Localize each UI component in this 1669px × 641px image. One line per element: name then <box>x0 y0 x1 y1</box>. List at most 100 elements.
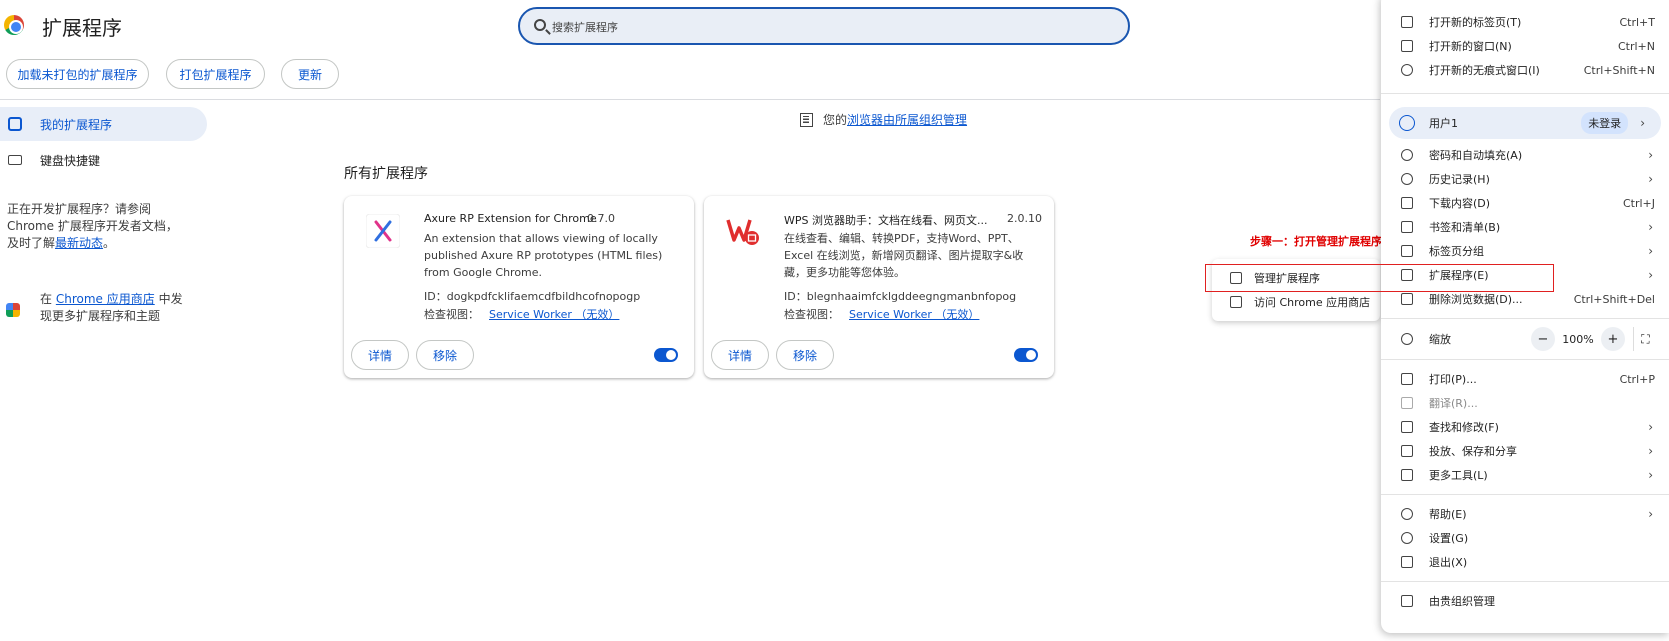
dev-info-text: 正在开发扩展程序？请参阅 Chrome 扩展程序开发者文档， 及时了解最新动态。 <box>7 202 178 250</box>
service-worker-link[interactable]: Service Worker （无效） <box>849 308 979 321</box>
submenu-item-visit-store[interactable]: 访问 Chrome 应用商店 <box>1212 290 1380 314</box>
menu-item-zoom: 缩放 − 100% + ⛶ <box>1381 326 1669 352</box>
enable-toggle[interactable] <box>1014 348 1038 362</box>
sidebar-item-label: 我的扩展程序 <box>40 117 113 132</box>
menu-item-find-edit[interactable]: 查找和修改(F) › <box>1381 415 1669 439</box>
trash-icon <box>1401 293 1413 305</box>
menu-item-more-tools[interactable]: 更多工具(L) › <box>1381 463 1669 487</box>
menu-item-translate[interactable]: 翻译(R)... <box>1381 391 1669 415</box>
highlight-box <box>1205 264 1554 292</box>
chevron-right-icon: › <box>1648 172 1653 186</box>
search-input[interactable] <box>552 17 1112 37</box>
zoom-in-button[interactable]: + <box>1601 327 1625 351</box>
chrome-store-icon <box>6 303 20 317</box>
extension-version: 0.7.0 <box>587 212 615 225</box>
update-button[interactable]: 更新 <box>281 59 339 89</box>
chevron-right-icon: › <box>1648 420 1653 434</box>
enable-toggle[interactable] <box>654 348 678 362</box>
menu-item-managed[interactable]: 由贵组织管理 <box>1381 589 1669 613</box>
menu-divider <box>1381 318 1669 319</box>
extension-card-axure: Axure RP Extension for Chrome 0.7.0 An e… <box>344 196 694 378</box>
search-icon <box>534 19 546 31</box>
load-unpacked-button[interactable]: 加载未打包的扩展程序 <box>6 59 149 89</box>
menu-item-tab-groups[interactable]: 标签页分组 › <box>1381 239 1669 263</box>
menu-item-new-window[interactable]: 打开新的窗口(N) Ctrl+N <box>1381 34 1669 58</box>
fullscreen-icon[interactable]: ⛶ <box>1633 327 1657 351</box>
remove-button[interactable]: 移除 <box>776 340 834 370</box>
share-icon <box>1401 445 1413 457</box>
inspect-views: 检查视图： Service Worker （无效） <box>784 308 980 321</box>
signin-badge: 未登录 <box>1581 112 1629 134</box>
new-window-icon <box>1401 40 1413 52</box>
menu-item-bookmarks[interactable]: 书签和清单(B) › <box>1381 215 1669 239</box>
menu-divider <box>1381 359 1669 360</box>
sidebar-item-keyboard-shortcuts[interactable]: 键盘快捷键 <box>0 143 207 177</box>
building-icon <box>1401 595 1413 607</box>
incognito-icon <box>1401 64 1413 76</box>
new-tab-icon <box>1401 16 1413 28</box>
menu-divider <box>1381 93 1669 94</box>
extension-card-wps: WPS 浏览器助手：文档在线看、网页文... 2.0.10 在线查看、编辑、转换… <box>704 196 1054 378</box>
keyboard-icon <box>8 155 22 165</box>
chevron-right-icon: › <box>1648 244 1653 258</box>
header-divider <box>0 99 1380 100</box>
wps-icon <box>726 219 759 245</box>
latest-news-link[interactable]: 最新动态 <box>55 236 103 250</box>
zoom-value: 100% <box>1562 332 1594 346</box>
chrome-store-link[interactable]: Chrome 应用商店 <box>56 292 155 306</box>
download-icon <box>1401 197 1413 209</box>
user-avatar-icon <box>1399 115 1415 131</box>
building-icon <box>800 112 813 127</box>
zoom-out-button[interactable]: − <box>1531 327 1555 351</box>
star-icon <box>1401 221 1413 233</box>
chevron-right-icon: › <box>1640 116 1645 130</box>
menu-item-exit[interactable]: 退出(X) <box>1381 550 1669 574</box>
menu-divider <box>1381 494 1669 495</box>
menu-item-passwords[interactable]: 密码和自动填充(A) › <box>1381 143 1669 167</box>
zoom-icon <box>1401 333 1413 345</box>
details-button[interactable]: 详情 <box>711 340 769 370</box>
menu-item-user[interactable]: 用户1 未登录 › <box>1389 107 1661 139</box>
managed-notice: 您的 浏览器由所属组织管理 <box>800 111 967 128</box>
chevron-right-icon: › <box>1648 268 1653 282</box>
page-title: 扩展程序 <box>42 16 122 40</box>
tools-icon <box>1401 469 1413 481</box>
service-worker-link[interactable]: Service Worker （无效） <box>489 308 619 321</box>
managed-link[interactable]: 浏览器由所属组织管理 <box>847 111 967 128</box>
menu-item-downloads[interactable]: 下载内容(D) Ctrl+J <box>1381 191 1669 215</box>
find-icon <box>1401 421 1413 433</box>
grid-icon <box>1401 245 1413 257</box>
remove-button[interactable]: 移除 <box>416 340 474 370</box>
menu-divider <box>1381 581 1669 582</box>
menu-item-new-tab[interactable]: 打开新的标签页(T) Ctrl+T <box>1381 10 1669 34</box>
chevron-right-icon: › <box>1648 507 1653 521</box>
section-title: 所有扩展程序 <box>344 166 428 182</box>
axure-icon <box>366 214 400 248</box>
menu-item-help[interactable]: 帮助(E) › <box>1381 502 1669 526</box>
history-icon <box>1401 173 1413 185</box>
menu-item-history[interactable]: 历史记录(H) › <box>1381 167 1669 191</box>
menu-item-settings[interactable]: 设置(G) <box>1381 526 1669 550</box>
translate-icon <box>1401 397 1413 409</box>
menu-item-cast-save-share[interactable]: 投放、保存和分享 › <box>1381 439 1669 463</box>
sidebar-item-label: 键盘快捷键 <box>40 153 101 168</box>
extension-description: 在线查看、编辑、转换PDF，支持Word、PPT、Excel 在线浏览，新增网页… <box>784 232 1024 279</box>
search-box[interactable] <box>518 7 1130 45</box>
pack-extension-button[interactable]: 打包扩展程序 <box>166 59 265 89</box>
store-info-text: 在 Chrome 应用商店 中发 现更多扩展程序和主题 <box>40 292 183 323</box>
key-icon <box>1401 149 1413 161</box>
chevron-right-icon: › <box>1648 468 1653 482</box>
chevron-right-icon: › <box>1648 444 1653 458</box>
chrome-logo-icon <box>4 15 24 35</box>
details-button[interactable]: 详情 <box>351 340 409 370</box>
extension-version: 2.0.10 <box>1007 212 1042 225</box>
menu-item-incognito[interactable]: 打开新的无痕式窗口(I) Ctrl+Shift+N <box>1381 58 1669 82</box>
print-icon <box>1401 373 1413 385</box>
step-annotation: 步骤一：打开管理扩展程序 <box>1250 235 1382 248</box>
inspect-views: 检查视图： Service Worker （无效） <box>424 308 620 321</box>
sidebar-item-my-extensions[interactable]: 我的扩展程序 <box>0 107 207 141</box>
menu-item-print[interactable]: 打印(P)... Ctrl+P <box>1381 367 1669 391</box>
chevron-right-icon: › <box>1648 220 1653 234</box>
store-icon <box>1230 296 1242 308</box>
puzzle-icon <box>8 117 22 131</box>
